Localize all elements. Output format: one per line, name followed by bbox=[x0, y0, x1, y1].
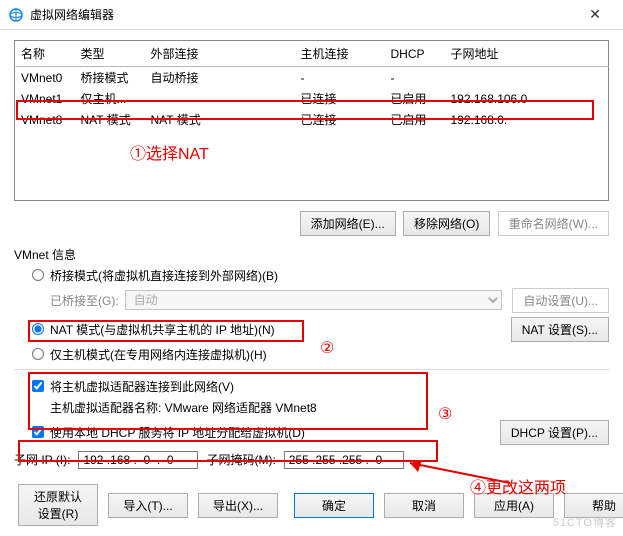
subnet-ip-input[interactable] bbox=[78, 451, 198, 469]
nat-radio[interactable] bbox=[32, 323, 44, 335]
table-row[interactable]: VMnet0 桥接模式 自动桥接 - - bbox=[15, 67, 609, 89]
dhcp-label: 使用本地 DHCP 服务将 IP 地址分配给虚拟机(D) bbox=[50, 424, 305, 441]
bridge-radio[interactable] bbox=[32, 269, 44, 281]
bridged-select: 自动 bbox=[125, 290, 503, 310]
dhcp-option[interactable]: 使用本地 DHCP 服务将 IP 地址分配给虚拟机(D) DHCP 设置(P).… bbox=[14, 420, 609, 445]
cancel-button[interactable]: 取消 bbox=[384, 493, 464, 518]
hostonly-label: 仅主机模式(在专用网络内连接虚拟机)(H) bbox=[50, 346, 267, 363]
dhcp-checkbox[interactable] bbox=[32, 426, 44, 438]
nat-mode-option[interactable]: NAT 模式(与虚拟机共享主机的 IP 地址)(N) NAT 设置(S)... bbox=[14, 317, 609, 342]
hostonly-radio[interactable] bbox=[32, 348, 44, 360]
table-row[interactable]: VMnet1 仅主机... 已连接 已启用 192.168.106.0 bbox=[15, 88, 609, 109]
col-type[interactable]: 类型 bbox=[75, 41, 145, 67]
adapter-name-row: 主机虚拟适配器名称: VMware 网络适配器 VMnet8 bbox=[14, 399, 609, 416]
hostonly-mode-option[interactable]: 仅主机模式(在专用网络内连接虚拟机)(H) bbox=[14, 346, 609, 363]
window-title: 虚拟网络编辑器 bbox=[30, 6, 575, 23]
bridged-to-row: 已桥接至(G): 自动 自动设置(U)... bbox=[14, 288, 609, 313]
nat-settings-button[interactable]: NAT 设置(S)... bbox=[511, 317, 609, 342]
nat-label: NAT 模式(与虚拟机共享主机的 IP 地址)(N) bbox=[50, 321, 275, 338]
adapter-name-label: 主机虚拟适配器名称: VMware 网络适配器 VMnet8 bbox=[50, 399, 317, 416]
col-host[interactable]: 主机连接 bbox=[295, 41, 385, 67]
add-network-button[interactable]: 添加网络(E)... bbox=[300, 211, 396, 236]
watermark: 51CTO博客 bbox=[553, 514, 617, 530]
network-buttons: 添加网络(E)... 移除网络(O) 重命名网络(W)... bbox=[14, 211, 609, 236]
remove-network-button[interactable]: 移除网络(O) bbox=[403, 211, 490, 236]
bridge-mode-option[interactable]: 桥接模式(将虚拟机直接连接到外部网络)(B) bbox=[14, 267, 609, 284]
app-icon bbox=[8, 7, 24, 23]
bridge-label: 桥接模式(将虚拟机直接连接到外部网络)(B) bbox=[50, 267, 278, 284]
footer-buttons: 还原默认设置(R) 导入(T)... 导出(X)... 确定 取消 应用(A) … bbox=[14, 484, 609, 526]
apply-button[interactable]: 应用(A) bbox=[474, 493, 554, 518]
col-dhcp[interactable]: DHCP bbox=[385, 41, 445, 67]
close-button[interactable]: ✕ bbox=[575, 0, 615, 30]
connect-host-option[interactable]: 将主机虚拟适配器连接到此网络(V) bbox=[14, 378, 609, 395]
import-button[interactable]: 导入(T)... bbox=[108, 493, 188, 518]
table-row[interactable]: VMnet8 NAT 模式 NAT 模式 已连接 已启用 192.168.0. bbox=[15, 109, 609, 130]
col-name[interactable]: 名称 bbox=[15, 41, 75, 67]
col-subnet[interactable]: 子网地址 bbox=[445, 41, 609, 67]
divider bbox=[14, 369, 609, 370]
col-ext[interactable]: 外部连接 bbox=[145, 41, 295, 67]
titlebar: 虚拟网络编辑器 ✕ bbox=[0, 0, 623, 30]
vmnet-info-label: VMnet 信息 bbox=[14, 246, 609, 263]
auto-settings-button: 自动设置(U)... bbox=[512, 288, 609, 313]
export-button[interactable]: 导出(X)... bbox=[198, 493, 278, 518]
subnet-mask-input[interactable] bbox=[284, 451, 404, 469]
connect-host-label: 将主机虚拟适配器连接到此网络(V) bbox=[50, 378, 234, 395]
ok-button[interactable]: 确定 bbox=[294, 493, 374, 518]
subnet-ip-label: 子网 IP (I): bbox=[14, 451, 70, 468]
dhcp-settings-button[interactable]: DHCP 设置(P)... bbox=[500, 420, 609, 445]
content-area: 名称 类型 外部连接 主机连接 DHCP 子网地址 VMnet0 桥接模式 自动… bbox=[0, 30, 623, 479]
connect-host-checkbox[interactable] bbox=[32, 380, 44, 392]
network-table[interactable]: 名称 类型 外部连接 主机连接 DHCP 子网地址 VMnet0 桥接模式 自动… bbox=[14, 40, 609, 201]
restore-defaults-button[interactable]: 还原默认设置(R) bbox=[18, 484, 98, 526]
bridged-to-label: 已桥接至(G): bbox=[50, 292, 119, 309]
subnet-mask-label: 子网掩码(M): bbox=[206, 451, 275, 468]
rename-network-button[interactable]: 重命名网络(W)... bbox=[498, 211, 609, 236]
